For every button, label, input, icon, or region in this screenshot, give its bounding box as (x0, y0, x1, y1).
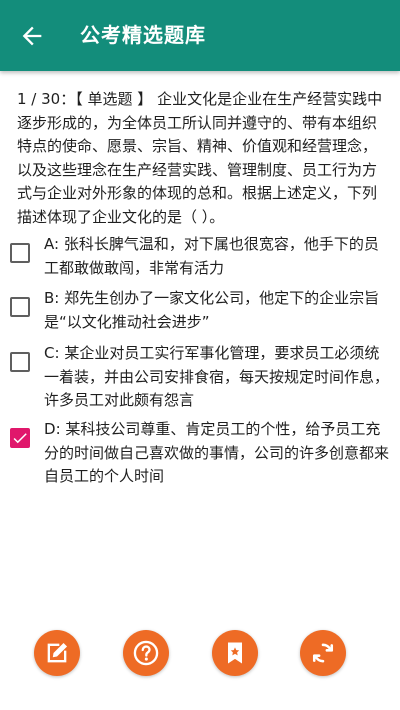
hint-button[interactable] (123, 630, 169, 676)
question-text: 1 / 30：【 单选题 】 企业文化是企业在生产经营实践中逐步形成的，为全体员… (17, 90, 383, 226)
option-c-text: C: 某企业对员工实行军事化管理，要求员工必须统一着装，并由公司安排食宿，每天按… (44, 344, 390, 409)
option-a-text: A: 张科长脾气温和，对下属也很宽容，他手下的员工都敢做敢闯，非常有活力 (44, 235, 379, 277)
bookmark-button[interactable] (212, 630, 258, 676)
refresh-button[interactable] (300, 630, 346, 676)
option-d-text: D: 某科技公司尊重、肯定员工的个性，给予员工充分的时间做自己喜欢做的事情，公司… (44, 420, 390, 485)
option-a-checkbox[interactable] (8, 241, 32, 265)
check-icon (13, 433, 27, 444)
option-c-checkbox[interactable] (8, 350, 32, 374)
option-c[interactable]: C: 某企业对员工实行军事化管理，要求员工必须统一着装，并由公司安排食宿，每天按… (8, 342, 396, 413)
arrow-left-icon (22, 26, 42, 46)
option-a[interactable]: A: 张科长脾气温和，对下属也很宽容，他手下的员工都敢做敢闯，非常有活力 (8, 233, 396, 280)
option-d-checkbox[interactable] (8, 426, 32, 450)
bookmark-star-icon (228, 642, 242, 664)
back-button[interactable] (18, 22, 46, 50)
question-type: 【 单选题 】 (75, 90, 153, 108)
option-b[interactable]: B: 郑先生创办了一家文化公司，他定下的企业宗旨是“以文化推动社会进步” (8, 287, 396, 334)
question-number: 1 / 30 (17, 90, 61, 108)
edit-icon (47, 642, 68, 663)
question-stem: 企业文化是企业在生产经营实践中逐步形成的，为全体员工所认同并遵守的、带有本组织特… (17, 90, 383, 226)
option-b-text: B: 郑先生创办了一家文化公司，他定下的企业宗旨是“以文化推动社会进步” (44, 289, 380, 331)
option-b-checkbox[interactable] (8, 295, 32, 319)
question-icon (133, 640, 159, 666)
page-title: 公考精选题库 (80, 23, 206, 47)
note-button[interactable] (34, 630, 80, 676)
bottom-toolbar (0, 630, 400, 686)
refresh-icon (312, 643, 334, 663)
option-d[interactable]: D: 某科技公司尊重、肯定员工的个性，给予员工充分的时间做自己喜欢做的事情，公司… (8, 418, 396, 489)
app-bar: 公考精选题库 (0, 0, 400, 71)
